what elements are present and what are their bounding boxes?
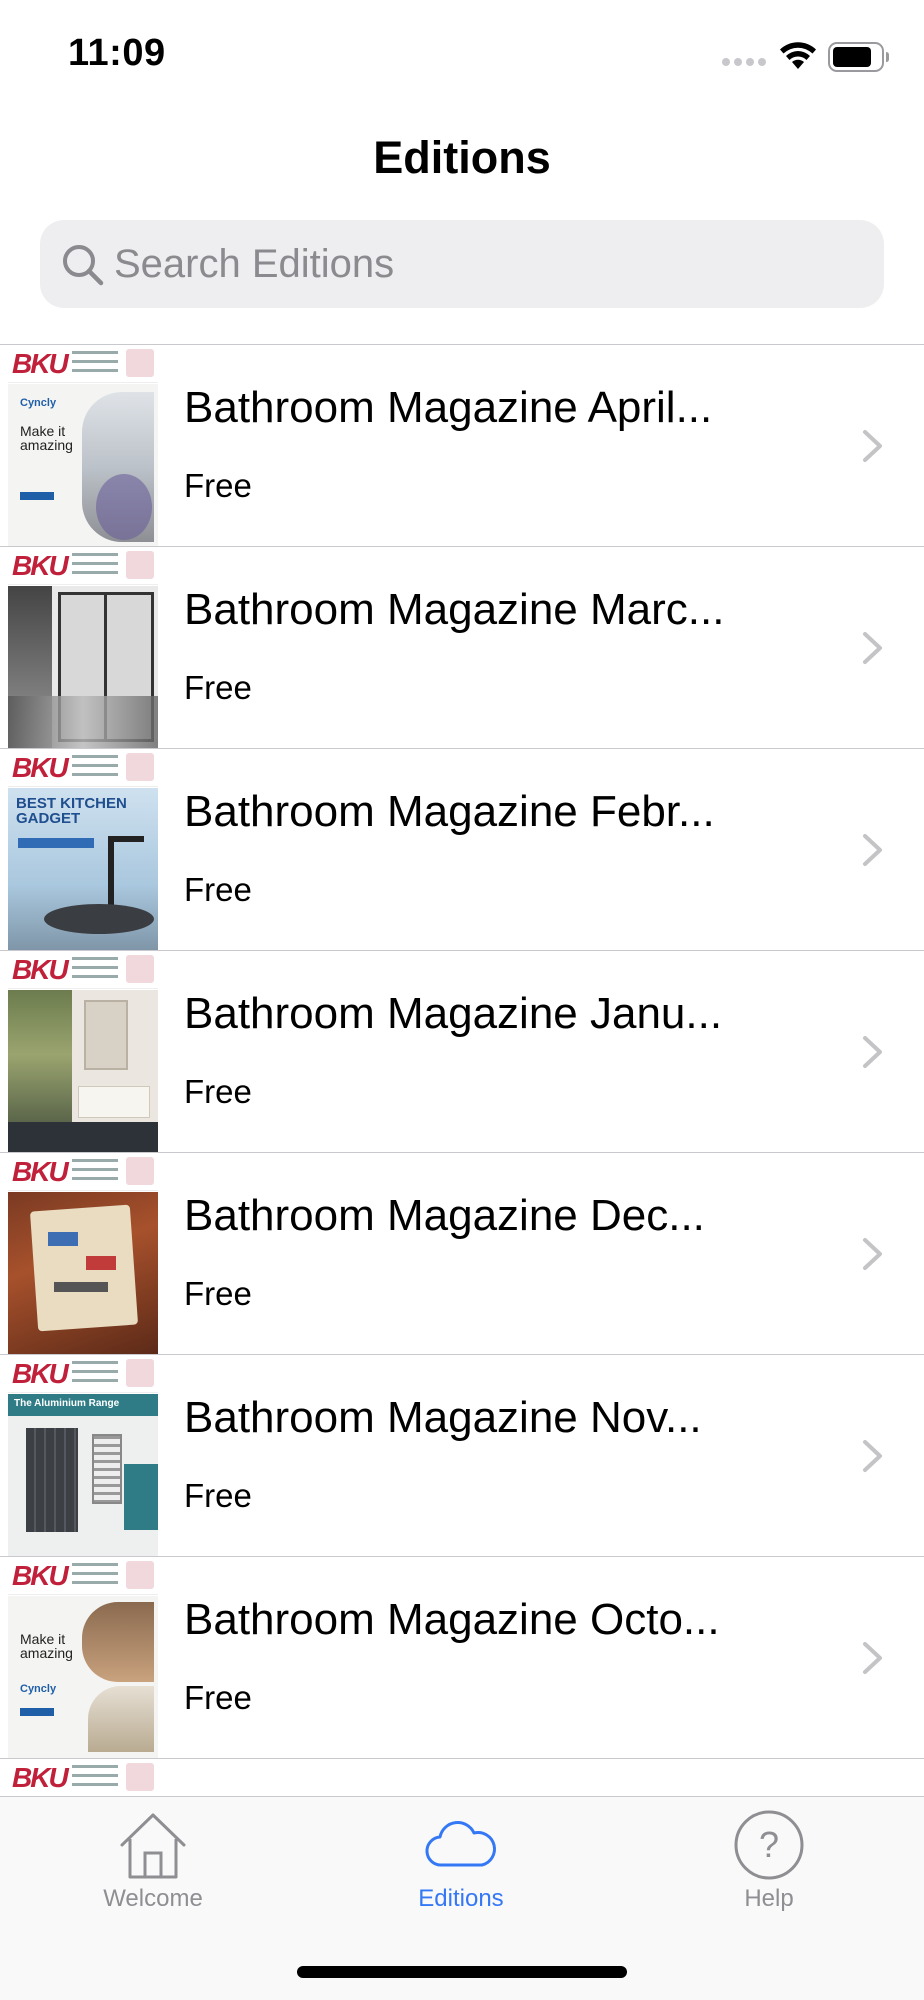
chevron-right-icon	[863, 1440, 882, 1472]
thumb-headline: The Aluminium Range	[14, 1398, 120, 1409]
wifi-icon	[780, 42, 816, 69]
list-item[interactable]: BKU Make it amazing Cyncly Bathroom Maga…	[0, 1557, 924, 1759]
page-title: Editions	[373, 132, 551, 183]
tab-label: Editions	[418, 1885, 504, 1912]
list-item[interactable]: BKU Bathroom Magazine Dec... Free	[0, 1153, 924, 1355]
edition-title: Bathroom Magazine Febr...	[184, 787, 715, 836]
thumb-brand: Cyncly	[20, 397, 57, 409]
edition-title: Bathroom Magazine Octo...	[184, 1595, 720, 1644]
list-item[interactable]: BKU	[0, 1759, 924, 1796]
tab-editions[interactable]: Editions	[361, 1809, 561, 1929]
magazine-cover-thumbnail: BKU Cyncly Make it amazing	[8, 345, 158, 546]
list-item[interactable]: BKU Bathroom Magazine Janu... Free	[0, 951, 924, 1153]
chevron-right-icon	[863, 632, 882, 664]
magazine-cover-thumbnail: BKU Make it amazing Cyncly	[8, 1557, 158, 1758]
chevron-right-icon	[863, 1036, 882, 1068]
tab-label: Help	[744, 1885, 794, 1912]
magazine-cover-thumbnail: BKU	[8, 547, 158, 748]
magazine-cover-thumbnail: BKU	[8, 951, 158, 1152]
thumb-headline: BEST KITCHEN GADGET	[16, 795, 127, 827]
magazine-cover-thumbnail: BKU The Aluminium Range	[8, 1355, 158, 1556]
chevron-right-icon	[863, 1642, 882, 1674]
edition-title: Bathroom Magazine Dec...	[184, 1191, 705, 1240]
cloud-icon	[425, 1821, 496, 1867]
chevron-right-icon	[863, 1238, 882, 1270]
edition-price: Free	[184, 1073, 252, 1110]
edition-price: Free	[184, 1477, 252, 1514]
edition-title: Bathroom Magazine Janu...	[184, 989, 723, 1038]
chevron-right-icon	[863, 834, 882, 866]
status-bar: 11:09	[0, 0, 924, 110]
magazine-logo: BKU	[12, 550, 69, 581]
home-icon	[120, 1813, 186, 1879]
magazine-logo: BKU	[12, 1156, 69, 1187]
magazine-logo: BKU	[12, 1762, 69, 1793]
edition-price: Free	[184, 669, 252, 706]
magazine-logo: BKU	[12, 954, 69, 985]
tab-help[interactable]: ? Help	[669, 1809, 869, 1929]
search-bar[interactable]	[40, 220, 884, 308]
edition-price: Free	[184, 1679, 252, 1716]
edition-price: Free	[184, 467, 252, 504]
edition-price: Free	[184, 1275, 252, 1312]
status-time: 11:09	[68, 32, 166, 74]
edition-title: Bathroom Magazine April...	[184, 383, 713, 432]
svg-text:?: ?	[759, 1824, 779, 1865]
chevron-right-icon	[863, 430, 882, 462]
magazine-logo: BKU	[12, 752, 69, 783]
magazine-cover-thumbnail: BKU	[8, 1153, 158, 1354]
edition-price: Free	[184, 871, 252, 908]
search-input[interactable]	[114, 220, 854, 308]
thumb-headline: Make it amazing	[20, 423, 73, 453]
edition-title: Bathroom Magazine Nov...	[184, 1393, 702, 1442]
magazine-logo: BKU	[12, 1358, 69, 1389]
question-icon: ?	[734, 1810, 804, 1880]
editions-list[interactable]: BKU Cyncly Make it amazing Bathroom Maga…	[0, 344, 924, 1796]
magazine-logo: BKU	[12, 348, 69, 379]
tab-welcome[interactable]: Welcome	[53, 1809, 253, 1929]
list-item[interactable]: BKU The Aluminium Range Bathroom Magazin…	[0, 1355, 924, 1557]
battery-icon	[828, 42, 889, 72]
list-item[interactable]: BKU BEST KITCHEN GADGET Bathroom Magazin…	[0, 749, 924, 951]
search-icon	[63, 245, 104, 286]
magazine-cover-thumbnail: BKU	[8, 1759, 158, 1796]
tab-label: Welcome	[103, 1885, 203, 1912]
thumb-brand: Cyncly	[20, 1683, 57, 1695]
thumb-headline: Make it amazing	[20, 1631, 73, 1661]
home-indicator	[297, 1966, 627, 1978]
cellular-signal-icon	[722, 58, 766, 66]
edition-title: Bathroom Magazine Marc...	[184, 585, 725, 634]
magazine-cover-thumbnail: BKU BEST KITCHEN GADGET	[8, 749, 158, 950]
list-item[interactable]: BKU Bathroom Magazine Marc... Free	[0, 547, 924, 749]
list-item[interactable]: BKU Cyncly Make it amazing Bathroom Maga…	[0, 345, 924, 547]
magazine-logo: BKU	[12, 1560, 69, 1591]
